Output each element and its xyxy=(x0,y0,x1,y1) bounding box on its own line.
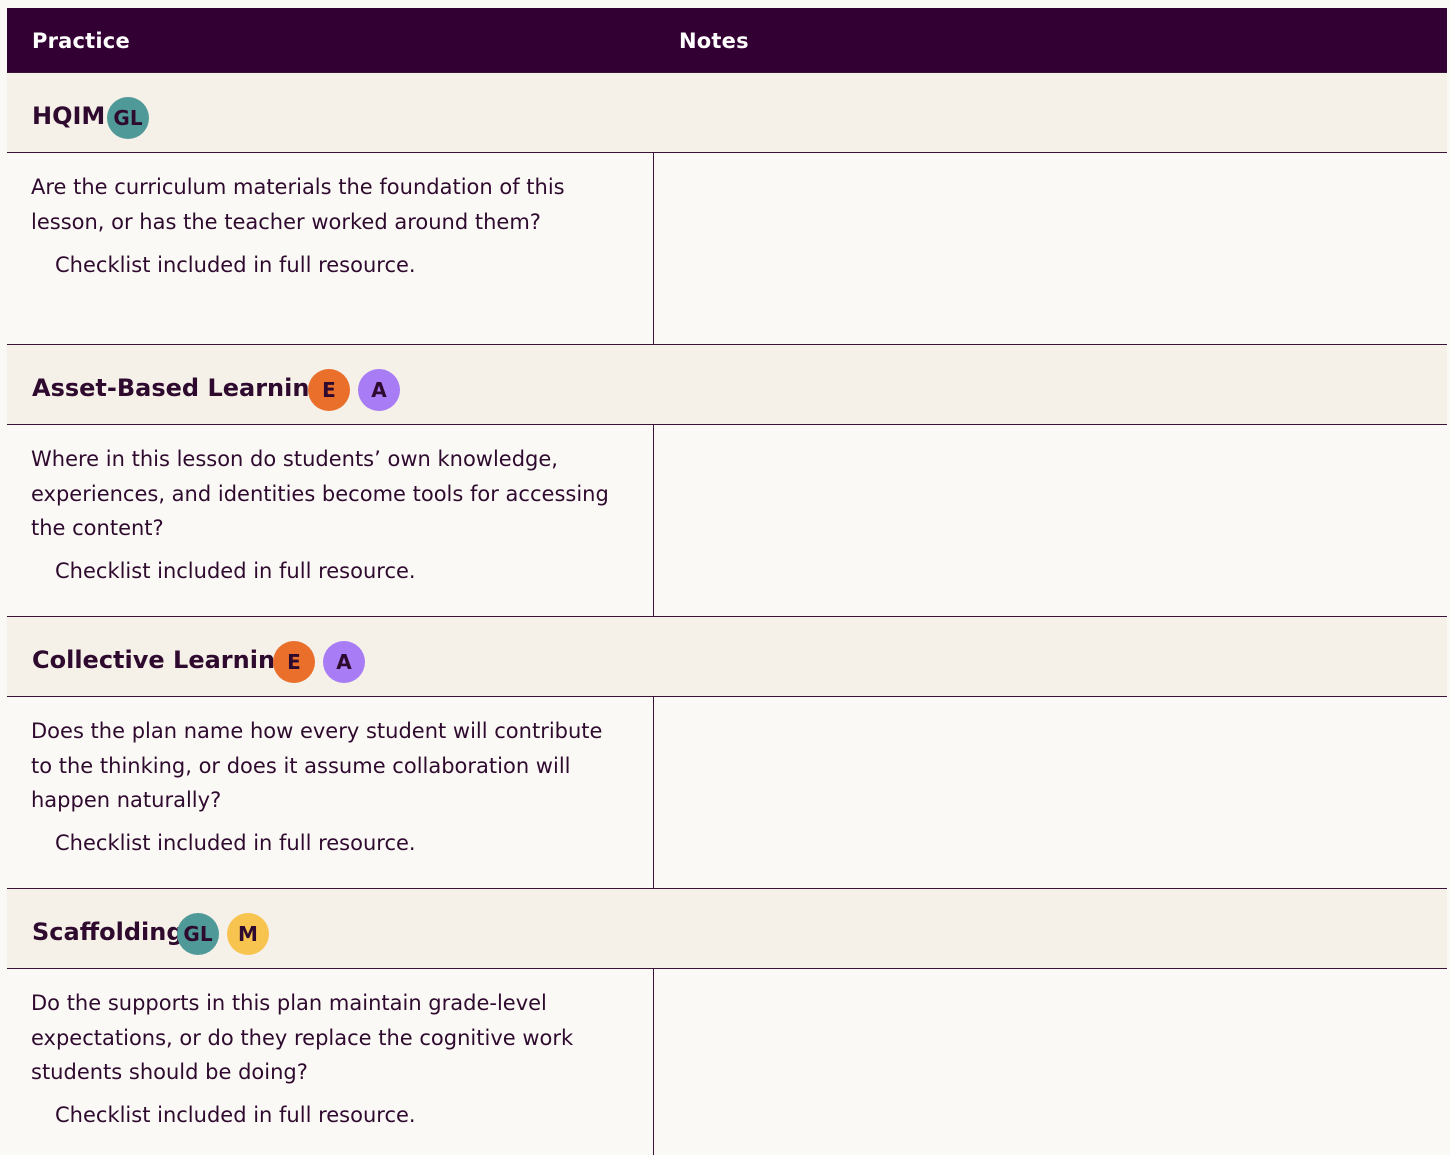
practice-question-cell: Where in this lesson do students’ own kn… xyxy=(7,425,654,618)
notes-cell[interactable] xyxy=(654,153,1447,346)
practice-title-row: Collective Learning E A xyxy=(7,617,1447,697)
notes-cell[interactable] xyxy=(654,697,1447,890)
gl-badge: GL xyxy=(107,97,149,139)
a-badge: A xyxy=(358,369,400,411)
practice-question: Are the curriculum materials the foundat… xyxy=(31,175,565,234)
practice-title: Collective Learning xyxy=(32,646,293,674)
practice-question-cell: Do the supports in this plan maintain gr… xyxy=(7,969,654,1155)
practice-title-row: HQIM GL xyxy=(7,73,1447,153)
a-badge: A xyxy=(323,641,365,683)
practice-question: Where in this lesson do students’ own kn… xyxy=(31,447,609,540)
checklist-note: Checklist included in full resource. xyxy=(55,253,416,277)
checklist-note: Checklist included in full resource. xyxy=(55,831,416,855)
notes-cell[interactable] xyxy=(654,425,1447,618)
notes-cell[interactable] xyxy=(654,969,1447,1155)
e-badge: E xyxy=(273,641,315,683)
practice-title-row: Asset-Based Learning E A xyxy=(7,345,1447,425)
practice-notes-table: Practice Notes HQIM GL Are the curriculu… xyxy=(7,8,1447,1155)
notes-column-header: Notes xyxy=(679,29,749,53)
practice-badges: E A xyxy=(308,369,400,411)
practice-title: Scaffolding xyxy=(32,918,184,946)
practice-title: HQIM xyxy=(32,102,106,130)
practice-section-hqim: HQIM GL Are the curriculum materials the… xyxy=(7,72,1447,346)
practice-body-row: Do the supports in this plan maintain gr… xyxy=(7,969,1447,1155)
practice-body-row: Are the curriculum materials the foundat… xyxy=(7,153,1447,346)
practice-badges: GL M xyxy=(177,913,269,955)
practice-column-header: Practice xyxy=(32,29,130,53)
practice-question-cell: Does the plan name how every student wil… xyxy=(7,697,654,890)
checklist-note: Checklist included in full resource. xyxy=(55,1103,416,1127)
practice-section-asset-based-learning: Asset-Based Learning E A Where in this l… xyxy=(7,344,1447,618)
practice-badges: GL xyxy=(107,97,149,139)
practice-section-collective-learning: Collective Learning E A Does the plan na… xyxy=(7,616,1447,890)
gl-badge: GL xyxy=(177,913,219,955)
practice-badges: E A xyxy=(273,641,365,683)
practice-body-row: Does the plan name how every student wil… xyxy=(7,697,1447,890)
e-badge: E xyxy=(308,369,350,411)
practice-question: Does the plan name how every student wil… xyxy=(31,719,603,812)
m-badge: M xyxy=(227,913,269,955)
practice-question-cell: Are the curriculum materials the foundat… xyxy=(7,153,654,346)
practice-body-row: Where in this lesson do students’ own kn… xyxy=(7,425,1447,618)
practice-title-row: Scaffolding GL M xyxy=(7,889,1447,969)
table-header: Practice Notes xyxy=(7,8,1447,72)
practice-question: Do the supports in this plan maintain gr… xyxy=(31,991,574,1084)
checklist-note: Checklist included in full resource. xyxy=(55,559,416,583)
practice-section-scaffolding: Scaffolding GL M Do the supports in this… xyxy=(7,888,1447,1155)
practice-title: Asset-Based Learning xyxy=(32,374,327,402)
